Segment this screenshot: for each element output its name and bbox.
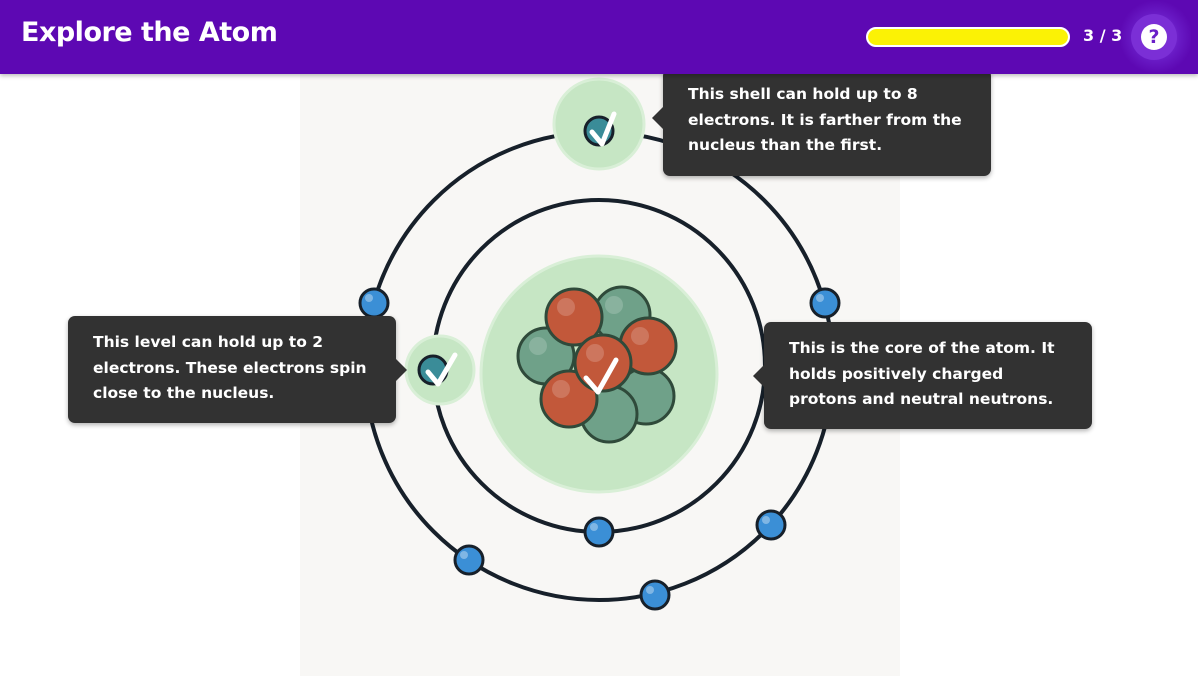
tooltip-inner-level: This level can hold up to 2 electrons. T… [68,316,407,423]
electron [453,544,485,576]
progress-fill [868,29,1068,45]
progress-bar [866,27,1070,47]
electron [639,579,671,611]
electron [583,516,615,548]
progress-count: 3 / 3 [1083,26,1123,45]
help-button[interactable]: ? [1131,14,1177,60]
electron [358,287,390,319]
electron [755,509,787,541]
tooltip-outer-shell: This shell can hold up to 8 electrons. I… [652,69,991,176]
app-title: Explore the Atom [21,17,278,48]
tooltip-nucleus: This is the core of the atom. It holds p… [753,322,1092,429]
question-icon: ? [1141,24,1167,50]
electron [809,287,841,319]
app-header: Explore the Atom 3 / 3 ? [0,0,1198,74]
